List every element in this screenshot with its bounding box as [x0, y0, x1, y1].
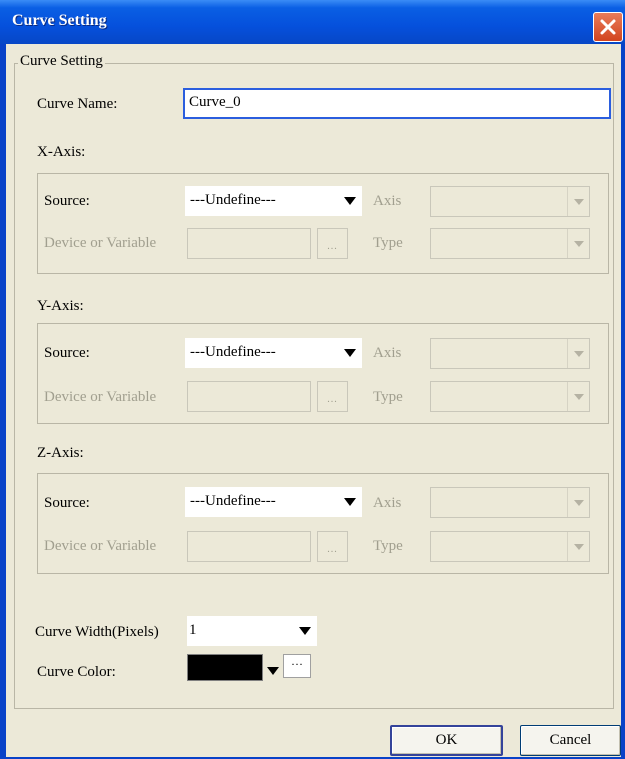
curve-color-dropdown-arrow[interactable]: [267, 663, 281, 675]
browse-ellipsis: ...: [327, 544, 338, 555]
chevron-down-icon: [574, 198, 584, 205]
z-axis-heading: Z-Axis:: [37, 445, 84, 461]
x-device-browse-button[interactable]: ...: [317, 228, 348, 259]
x-device-input[interactable]: [187, 228, 311, 259]
z-axis-field-label: Axis: [373, 495, 402, 511]
dialog-content: Curve Setting Curve Name: Curve_0 X-Axis…: [6, 44, 621, 757]
y-type-dropdown[interactable]: [430, 381, 590, 412]
z-device-browse-button[interactable]: ...: [317, 531, 348, 562]
chevron-down-icon: [574, 393, 584, 400]
title-bar[interactable]: Curve Setting: [0, 0, 625, 44]
x-type-label: Type: [373, 235, 403, 251]
z-source-dropdown[interactable]: ---Undefine---: [185, 487, 362, 517]
curve-width-label: Curve Width(Pixels): [35, 624, 159, 640]
chevron-down-icon: [344, 349, 356, 357]
browse-ellipsis: ...: [327, 241, 338, 252]
curve-width-dropdown[interactable]: 1: [187, 616, 317, 646]
chevron-down-icon: [574, 350, 584, 357]
chevron-down-icon: [574, 543, 584, 550]
z-type-dropdown-arrow[interactable]: [567, 532, 589, 561]
y-axis-dropdown-arrow[interactable]: [567, 339, 589, 368]
y-source-dropdown-arrow[interactable]: [339, 339, 361, 367]
close-icon: [600, 19, 616, 35]
browse-ellipsis: ...: [327, 394, 338, 405]
z-axis-dropdown[interactable]: [430, 487, 590, 518]
y-device-label: Device or Variable: [44, 389, 157, 405]
x-source-value: ---Undefine---: [190, 192, 276, 208]
x-axis-heading: X-Axis:: [37, 144, 86, 160]
x-axis-dropdown-arrow[interactable]: [567, 187, 589, 216]
curve-name-input[interactable]: Curve_0: [183, 88, 611, 119]
y-device-browse-button[interactable]: ...: [317, 381, 348, 412]
chevron-down-icon: [267, 667, 279, 675]
chevron-down-icon: [344, 197, 356, 205]
curve-name-label: Curve Name:: [37, 96, 118, 112]
z-type-dropdown[interactable]: [430, 531, 590, 562]
curve-width-value: 1: [189, 622, 197, 638]
curve-color-swatch[interactable]: [187, 654, 263, 681]
x-device-label: Device or Variable: [44, 235, 157, 251]
x-source-dropdown-arrow[interactable]: [339, 187, 361, 215]
z-device-label: Device or Variable: [44, 538, 157, 554]
z-source-dropdown-arrow[interactable]: [339, 488, 361, 516]
ok-button[interactable]: OK: [390, 725, 503, 756]
chevron-down-icon: [574, 240, 584, 247]
y-type-label: Type: [373, 389, 403, 405]
cancel-button[interactable]: Cancel: [520, 725, 621, 756]
x-type-dropdown[interactable]: [430, 228, 590, 259]
y-source-value: ---Undefine---: [190, 344, 276, 360]
curve-color-label: Curve Color:: [37, 664, 116, 680]
curve-setting-dialog: Curve Setting Curve Setting Curve Name: …: [0, 0, 625, 759]
z-source-value: ---Undefine---: [190, 493, 276, 509]
x-axis-field-label: Axis: [373, 193, 402, 209]
y-device-input[interactable]: [187, 381, 311, 412]
z-type-label: Type: [373, 538, 403, 554]
curve-setting-legend: Curve Setting: [18, 53, 105, 70]
y-axis-heading: Y-Axis:: [37, 298, 84, 314]
chevron-down-icon: [574, 499, 584, 506]
y-source-label: Source:: [44, 345, 90, 361]
close-button[interactable]: [593, 12, 623, 42]
window-title: Curve Setting: [12, 12, 107, 29]
curve-color-more-button[interactable]: ···: [283, 654, 311, 678]
y-source-dropdown[interactable]: ---Undefine---: [185, 338, 362, 368]
y-axis-field-label: Axis: [373, 345, 402, 361]
chevron-down-icon: [299, 627, 311, 635]
chevron-down-icon: [344, 498, 356, 506]
curve-width-dropdown-arrow[interactable]: [294, 617, 316, 645]
x-axis-dropdown[interactable]: [430, 186, 590, 217]
x-source-label: Source:: [44, 193, 90, 209]
y-axis-dropdown[interactable]: [430, 338, 590, 369]
x-type-dropdown-arrow[interactable]: [567, 229, 589, 258]
z-source-label: Source:: [44, 495, 90, 511]
y-type-dropdown-arrow[interactable]: [567, 382, 589, 411]
z-device-input[interactable]: [187, 531, 311, 562]
z-axis-dropdown-arrow[interactable]: [567, 488, 589, 517]
x-source-dropdown[interactable]: ---Undefine---: [185, 186, 362, 216]
